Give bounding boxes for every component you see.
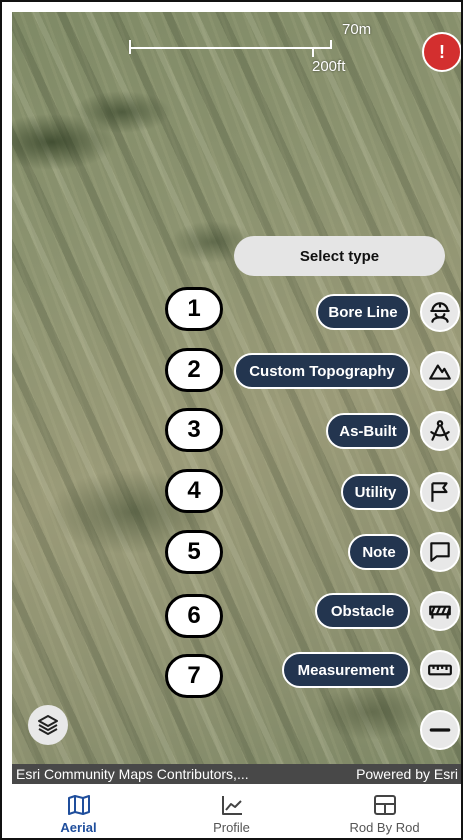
scale-metric-label: 70m [342,21,372,38]
as-built-button[interactable]: As-Built [326,413,410,449]
note-icon-button[interactable] [420,532,460,572]
bottom-navigation: Aerial Profile Rod By Rod [2,784,461,838]
scale-bar [129,47,332,49]
scale-tick-left [129,40,131,54]
callout-number-6: 6 [165,594,223,638]
nav-tab-aerial[interactable]: Aerial [2,784,155,838]
mountain-icon [429,364,451,380]
attribution-contributors: Esri Community Maps Contributors,... [16,766,249,782]
as-built-icon-button[interactable] [420,411,460,451]
scale-tick-right [330,40,332,47]
attribution-powered-by[interactable]: Powered by Esri [356,766,458,782]
callout-number-3: 3 [165,408,223,452]
callout-number-4: 4 [165,469,223,513]
custom-topography-icon-button[interactable] [420,351,460,391]
nav-tab-rod-by-rod[interactable]: Rod By Rod [308,784,461,838]
callout-number-2: 2 [165,348,223,392]
alert-button[interactable]: ! [422,32,461,72]
callout-number-5: 5 [165,530,223,574]
utility-icon-button[interactable] [420,472,460,512]
measurement-button[interactable]: Measurement [282,652,410,688]
flag-icon [431,482,448,502]
grid-icon [373,795,396,815]
note-button[interactable]: Note [348,534,410,570]
alert-badge-icon: ! [439,42,445,62]
callout-number-1: 1 [165,287,223,331]
scale-imperial-label: 200ft [312,58,346,75]
measurement-icon-button[interactable] [420,650,460,690]
compass-drafting-icon [430,420,450,441]
nav-tab-profile[interactable]: Profile [155,784,308,838]
ruler-icon [428,664,452,676]
map-icon [67,795,90,815]
close-menu-button[interactable] [420,710,460,750]
nav-label-profile: Profile [213,820,250,835]
layers-icon [38,715,58,735]
worker-helmet-icon [430,302,450,323]
custom-topography-button[interactable]: Custom Topography [234,353,410,389]
chart-icon [221,796,242,815]
nav-label-rod-by-rod: Rod By Rod [349,820,420,835]
bore-line-icon-button[interactable] [420,292,460,332]
utility-button[interactable]: Utility [341,474,410,510]
callout-number-7: 7 [165,654,223,698]
layers-button[interactable] [28,705,68,745]
minus-circle-icon [429,728,451,732]
barrier-icon [429,605,451,619]
select-type-header: Select type [234,236,445,276]
map-attribution: Esri Community Maps Contributors,... Pow… [12,764,461,784]
bore-line-button[interactable]: Bore Line [316,294,410,330]
scale-tick-mid [312,47,314,57]
obstacle-button[interactable]: Obstacle [315,593,410,629]
nav-label-aerial: Aerial [60,820,97,835]
obstacle-icon-button[interactable] [420,591,460,631]
app-frame: 70m 200ft ! Select type 1 2 3 4 5 6 7 Bo… [0,0,463,840]
speech-bubble-icon [430,542,450,562]
